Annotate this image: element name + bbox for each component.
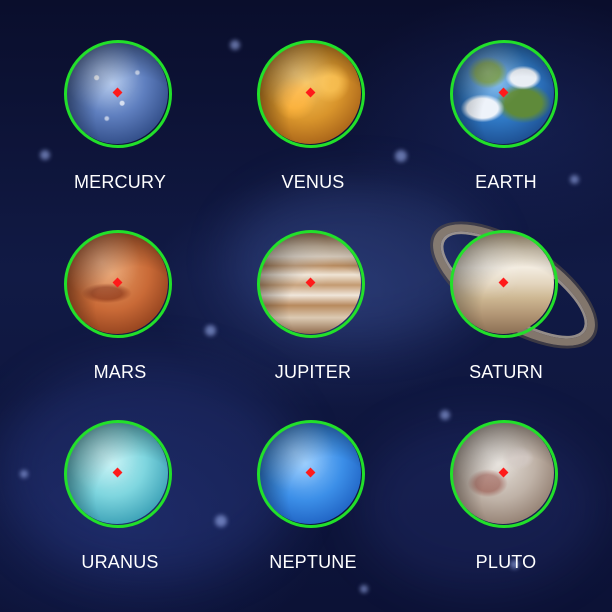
planet-label-uranus: URANUS [81, 552, 159, 572]
star [230, 40, 240, 50]
neptune-image [259, 422, 361, 524]
planet-mars[interactable] [64, 230, 174, 340]
planet-label-mars: MARS [93, 362, 147, 382]
star [215, 515, 227, 527]
planet-card-mercury[interactable]: MERCURY [50, 40, 190, 220]
uranus-image [66, 422, 168, 524]
planet-earth[interactable] [450, 40, 560, 150]
space-background: MERCURY VENUS EARTH MARS JUPITER SATURN … [0, 0, 612, 612]
star [205, 325, 216, 336]
planet-pluto[interactable] [450, 420, 560, 530]
saturn-image [452, 232, 554, 334]
planet-label-earth: EARTH [475, 172, 537, 192]
planet-card-jupiter[interactable]: JUPITER [243, 230, 383, 410]
star [395, 150, 407, 162]
planet-card-uranus[interactable]: URANUS [50, 420, 190, 600]
venus-image [259, 42, 361, 144]
planet-card-mars[interactable]: MARS [50, 230, 190, 410]
planet-card-saturn[interactable]: SATURN [436, 230, 576, 410]
planet-venus[interactable] [257, 40, 367, 150]
planet-card-neptune[interactable]: NEPTUNE [243, 420, 383, 600]
earth-image [452, 42, 554, 144]
planet-saturn[interactable] [450, 230, 560, 340]
planet-card-earth[interactable]: EARTH [436, 40, 576, 220]
planet-card-pluto[interactable]: PLUTO [436, 420, 576, 600]
jupiter-image [259, 232, 361, 334]
mars-image [66, 232, 168, 334]
planet-jupiter[interactable] [257, 230, 367, 340]
star [40, 150, 50, 160]
planet-label-saturn: SATURN [469, 362, 543, 382]
star [440, 410, 450, 420]
planet-label-jupiter: JUPITER [274, 362, 352, 382]
planet-label-venus: VENUS [281, 172, 345, 192]
planet-label-mercury: MERCURY [73, 172, 167, 192]
star [20, 470, 28, 478]
planet-uranus[interactable] [64, 420, 174, 530]
mercury-image [66, 42, 168, 144]
planet-label-pluto: PLUTO [475, 552, 537, 572]
planet-label-neptune: NEPTUNE [269, 552, 357, 572]
planet-mercury[interactable] [64, 40, 174, 150]
planet-neptune[interactable] [257, 420, 367, 530]
planet-card-venus[interactable]: VENUS [243, 40, 383, 220]
pluto-image [452, 422, 554, 524]
